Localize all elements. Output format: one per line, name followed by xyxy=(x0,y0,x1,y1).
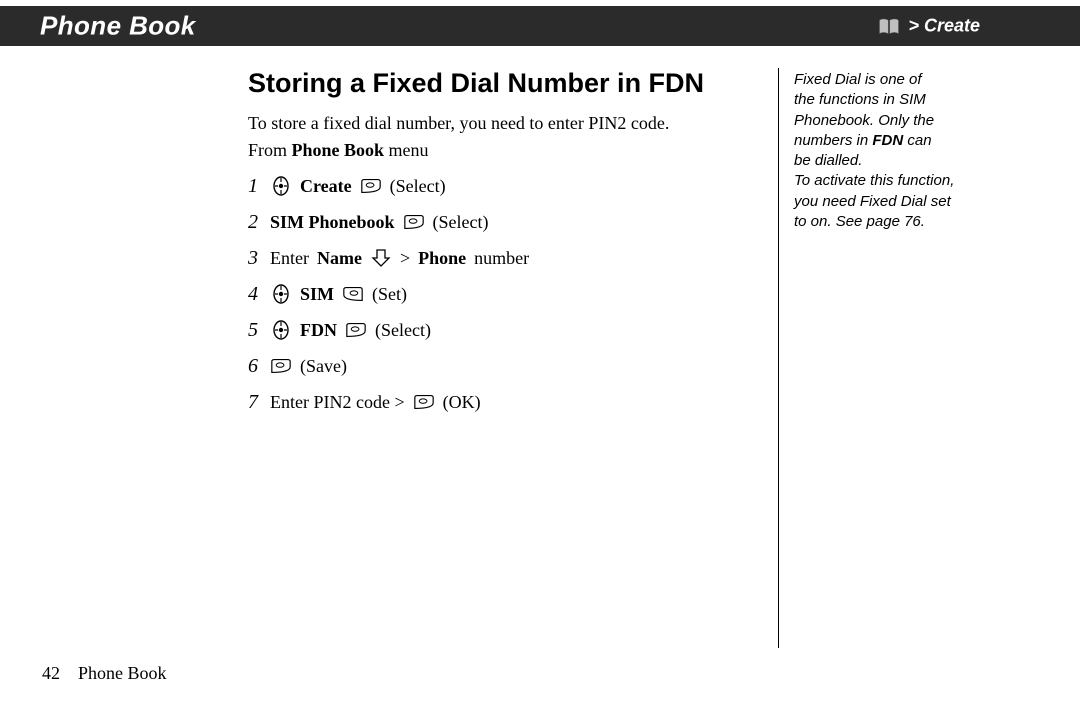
step-2: 2 SIM Phonebook (Select) xyxy=(248,207,768,237)
sidenote-line: numbers in FDN can xyxy=(794,131,1024,151)
soft-right-icon xyxy=(342,284,364,304)
step-number-text: number xyxy=(474,245,529,272)
from-pre: From xyxy=(248,140,292,160)
footer-section: Phone Book xyxy=(78,663,167,684)
step-action: (OK) xyxy=(443,389,481,416)
step-text: Enter xyxy=(270,245,309,272)
step-6: 6 (Save) xyxy=(248,351,768,381)
step-action: (Select) xyxy=(433,209,489,236)
header-bar: Phone Book > Create xyxy=(0,6,1080,46)
step-action: (Select) xyxy=(375,317,431,344)
sidenote-line: Fixed Dial is one of xyxy=(794,70,1024,90)
step-num: 1 xyxy=(248,171,262,201)
soft-left-icon xyxy=(413,392,435,412)
step-action: (Select) xyxy=(390,173,446,200)
page-number: 42 xyxy=(42,663,60,684)
step-5: 5 FDN (Select) xyxy=(248,315,768,345)
step-text: Enter PIN2 code > xyxy=(270,389,405,416)
footer: 42 Phone Book xyxy=(42,663,167,684)
step-label: Create xyxy=(300,173,352,200)
step-4: 4 SIM (Set) xyxy=(248,279,768,309)
breadcrumb-text: > Create xyxy=(908,16,980,37)
step-3: 3 Enter Name > Phone number xyxy=(248,243,768,273)
soft-left-icon xyxy=(403,212,425,232)
step-label: FDN xyxy=(300,317,337,344)
step-gt: > xyxy=(400,245,410,272)
step-num: 3 xyxy=(248,243,262,273)
sidenote-line: the functions in SIM xyxy=(794,90,1024,110)
step-num: 2 xyxy=(248,207,262,237)
step-7: 7 Enter PIN2 code > (OK) xyxy=(248,387,768,417)
step-num: 5 xyxy=(248,315,262,345)
divider xyxy=(778,68,779,648)
soft-left-icon xyxy=(345,320,367,340)
nav-icon xyxy=(270,176,292,196)
nav-icon xyxy=(270,284,292,304)
sidenote-line: to on. See page 76. xyxy=(794,212,1024,232)
steps-list: 1 Create (Select) 2 SIM Phonebook (Selec… xyxy=(248,171,768,417)
step-num: 6 xyxy=(248,351,262,381)
soft-left-icon xyxy=(270,356,292,376)
from-menu-line: From Phone Book menu xyxy=(248,140,768,161)
side-note: Fixed Dial is one of the functions in SI… xyxy=(794,70,1024,232)
nav-icon xyxy=(270,320,292,340)
sidenote-line: To activate this function, xyxy=(794,171,1024,191)
step-num: 4 xyxy=(248,279,262,309)
step-1: 1 Create (Select) xyxy=(248,171,768,201)
step-name-bold: Name xyxy=(317,245,362,272)
sidenote-line: be dialled. xyxy=(794,151,1024,171)
intro-text: To store a fixed dial number, you need t… xyxy=(248,113,768,134)
from-post: menu xyxy=(384,140,429,160)
header-title: Phone Book xyxy=(40,11,196,42)
from-bold: Phone Book xyxy=(292,140,385,160)
down-icon xyxy=(370,248,392,268)
step-action: (Save) xyxy=(300,353,347,380)
header-breadcrumb: > Create xyxy=(878,16,980,37)
books-icon xyxy=(878,16,900,36)
sidenote-line: Phonebook. Only the xyxy=(794,111,1024,131)
soft-left-icon xyxy=(360,176,382,196)
sidenote-line: you need Fixed Dial set xyxy=(794,192,1024,212)
step-action: (Set) xyxy=(372,281,407,308)
step-num: 7 xyxy=(248,387,262,417)
page-heading: Storing a Fixed Dial Number in FDN xyxy=(248,68,768,99)
step-label: SIM Phonebook xyxy=(270,209,395,236)
step-label: SIM xyxy=(300,281,334,308)
step-phone-bold: Phone xyxy=(418,245,466,272)
content-column: Storing a Fixed Dial Number in FDN To st… xyxy=(248,62,768,423)
